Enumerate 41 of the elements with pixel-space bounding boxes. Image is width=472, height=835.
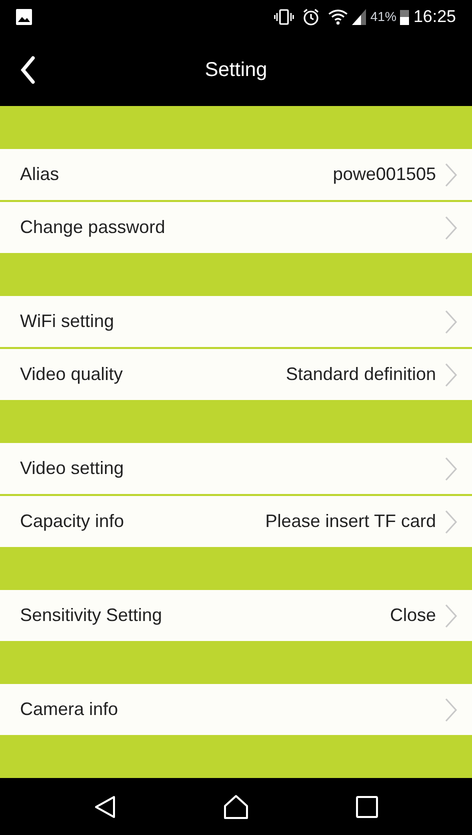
alarm-icon	[302, 8, 320, 26]
row-label: WiFi setting	[20, 310, 114, 333]
settings-row[interactable]: Camera info	[0, 684, 472, 735]
image-icon	[16, 9, 32, 25]
settings-row[interactable]: Video setting	[0, 443, 472, 494]
settings-row[interactable]: Alias powe001505	[0, 149, 472, 200]
row-label: Change password	[20, 216, 166, 239]
row-value: Please insert TF card	[265, 510, 436, 533]
chevron-right-icon	[444, 308, 458, 334]
row-label: Sensitivity Setting	[20, 604, 162, 627]
chevron-right-icon	[444, 508, 458, 534]
page-title: Setting	[204, 58, 268, 83]
chevron-right-icon	[444, 456, 458, 482]
row-value: powe001505	[332, 163, 436, 186]
clock-time: 16:25	[413, 6, 456, 28]
battery-icon	[400, 9, 410, 25]
settings-row[interactable]: Video quality Standard definition	[0, 349, 472, 400]
chevron-right-icon	[444, 214, 458, 240]
chevron-right-icon	[444, 696, 458, 722]
square-icon	[356, 796, 378, 818]
signal-icon	[352, 9, 366, 25]
settings-row[interactable]: Sensitivity Setting Close	[0, 590, 472, 641]
row-value: Close	[390, 604, 436, 627]
settings-row[interactable]: Change password	[0, 202, 472, 253]
triangle-back-icon	[94, 794, 116, 818]
chevron-right-icon	[444, 602, 458, 628]
chevron-right-icon	[444, 162, 458, 188]
chevron-right-icon	[444, 362, 458, 388]
settings-row[interactable]: WiFi setting	[0, 296, 472, 347]
home-icon	[222, 794, 249, 820]
back-icon	[20, 56, 36, 84]
row-label: Video quality	[20, 363, 123, 386]
row-label: Alias	[20, 163, 60, 186]
wifi-icon	[328, 9, 348, 25]
row-label: Capacity info	[20, 510, 124, 533]
row-label: Camera info	[20, 698, 118, 721]
battery-percent: 41%	[370, 8, 396, 26]
settings-row[interactable]: Capacity info Please insert TF card	[0, 496, 472, 547]
row-label: Video setting	[20, 457, 124, 480]
row-value: Standard definition	[286, 363, 436, 386]
vibrate-icon	[274, 9, 294, 25]
